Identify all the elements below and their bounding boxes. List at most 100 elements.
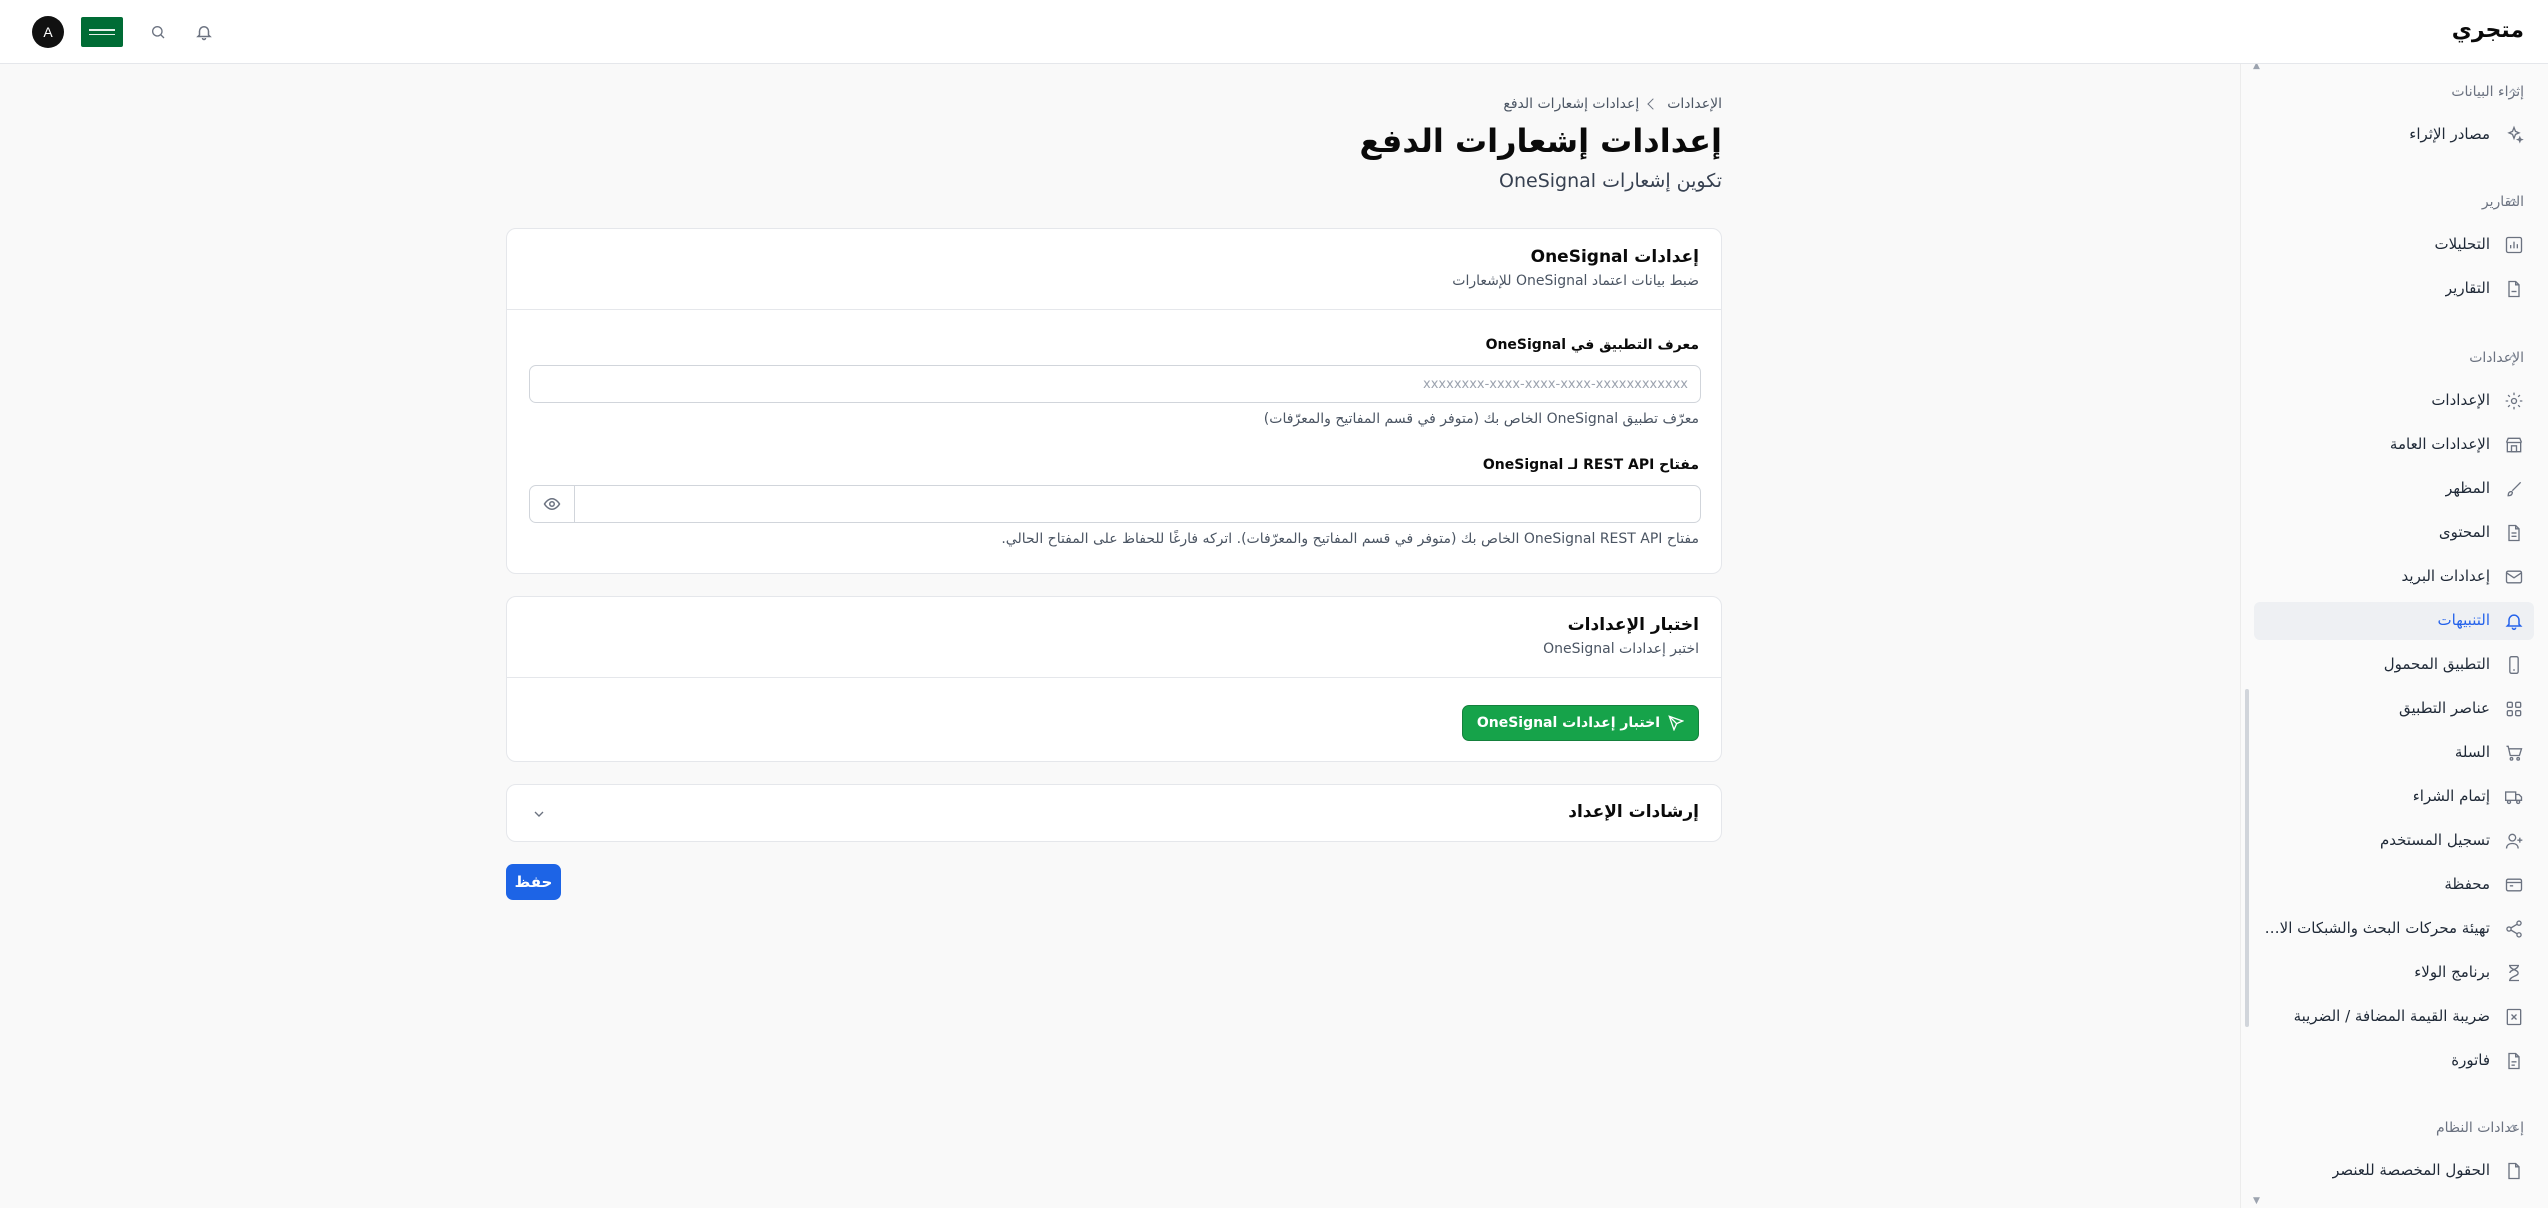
hourglass-icon: [2509, 964, 2519, 982]
toggle-visibility-button[interactable]: [529, 485, 575, 523]
api-key-label: مفتاح REST API لـ OneSignal: [1482, 457, 1699, 473]
onesignal-settings-card: إعدادات OneSignal ضبط بيانات اعتماد OneS…: [506, 228, 1722, 574]
card-title: إرشادات الإعداد: [1568, 802, 1699, 822]
sidebar-item-mail-settings[interactable]: إعدادات البريد: [2254, 558, 2534, 596]
notification-bell-icon[interactable]: [192, 20, 216, 44]
file-text-icon: [2508, 524, 2520, 542]
sidebar-item-label: إعدادات البريد: [2401, 567, 2490, 585]
tax-icon: [2506, 1008, 2522, 1026]
setup-instructions-accordion[interactable]: إرشادات الإعداد: [506, 784, 1722, 842]
invoice-icon: [2508, 1052, 2520, 1070]
sidebar-item-label: التقارير: [2444, 279, 2490, 297]
page-title: إعدادات إشعارات الدفع: [1359, 122, 1722, 160]
file-icon: [2508, 1162, 2520, 1180]
sidebar-item-vat[interactable]: ضريبة القيمة المضافة / الضريبة: [2254, 998, 2534, 1036]
breadcrumb-parent[interactable]: الإعدادات: [1667, 96, 1722, 112]
wallet-icon: [2505, 878, 2523, 892]
sidebar-item-checkout[interactable]: إتمام الشراء: [2254, 778, 2534, 816]
breadcrumb-current: إعدادات إشعارات الدفع: [1503, 96, 1640, 112]
card-title: إعدادات OneSignal: [1530, 247, 1699, 267]
scroll-up-caret[interactable]: ▲: [2253, 64, 2260, 71]
sidebar-item-label: التنبيهات: [2437, 611, 2490, 629]
user-avatar[interactable]: A: [32, 16, 64, 48]
card-description: ضبط بيانات اعتماد OneSignal للإشعارات: [1452, 273, 1699, 289]
sidebar-item-cart[interactable]: السلة: [2254, 734, 2534, 772]
card-title: اختبار الإعدادات: [1567, 615, 1699, 635]
sidebar-item-reports[interactable]: التقارير: [2254, 270, 2534, 308]
sidebar: ▲ إثراء البيانات مصادر الإثراء التقارير …: [2240, 64, 2548, 1208]
sidebar-item-label: عناصر التطبيق: [2399, 699, 2490, 717]
search-icon[interactable]: [146, 20, 170, 44]
sidebar-item-notifications[interactable]: التنبيهات: [2254, 602, 2534, 640]
bell-icon: [2505, 614, 2523, 631]
sparkles-icon: [2507, 125, 2524, 144]
sidebar-item-mobile-app[interactable]: التطبيق المحمول: [2254, 646, 2534, 684]
chart-icon: [2505, 236, 2523, 254]
chevron-up-icon[interactable]: [2506, 84, 2520, 98]
chevron-up-icon[interactable]: [2506, 194, 2520, 208]
grid-icon: [2506, 701, 2522, 717]
app-id-label: معرف التطبيق في OneSignal: [1485, 337, 1699, 353]
sidebar-item-label: فاتورة: [2451, 1051, 2490, 1069]
top-header: متجري A: [0, 0, 2548, 64]
brush-icon: [2507, 481, 2522, 497]
sidebar-item-label: محفظة: [2444, 875, 2490, 893]
card-description: اختبر إعدادات OneSignal: [1543, 641, 1699, 657]
mail-icon: [2505, 570, 2523, 584]
sidebar-item-label: مصادر الإثراء: [2409, 125, 2490, 143]
user-plus-icon: [2505, 833, 2523, 849]
sidebar-item-settings[interactable]: الإعدادات: [2254, 382, 2534, 420]
cart-icon: [2506, 745, 2523, 761]
store-icon: [2505, 437, 2523, 453]
flag-icon[interactable]: [81, 17, 123, 47]
sidebar-item-label: برنامج الولاء: [2414, 963, 2490, 981]
test-settings-card: اختبار الإعدادات اختبر إعدادات OneSignal…: [506, 596, 1722, 762]
page-subtitle: تكوين إشعارات OneSignal: [1499, 170, 1722, 192]
sidebar-item-wallet[interactable]: محفظة: [2254, 866, 2534, 904]
sidebar-item-label: التطبيق المحمول: [2383, 655, 2490, 673]
api-key-help: مفتاح OneSignal REST API الخاص بك (متوفر…: [1001, 531, 1699, 547]
card-header: إعدادات OneSignal ضبط بيانات اعتماد OneS…: [507, 229, 1721, 310]
app-logo[interactable]: متجري: [2452, 18, 2524, 43]
chevron-up-icon[interactable]: [2506, 1120, 2520, 1134]
smartphone-icon: [2509, 656, 2519, 674]
sidebar-scrollbar[interactable]: [2245, 689, 2249, 1027]
breadcrumb: الإعدادات إعدادات إشعارات الدفع: [1503, 96, 1722, 112]
sidebar-item-label: ضريبة القيمة المضافة / الضريبة: [2293, 1007, 2490, 1025]
sidebar-item-label: التحليلات: [2434, 235, 2490, 253]
sidebar-item-custom-fields[interactable]: الحقول المخصصة للعنصر: [2254, 1152, 2534, 1190]
sidebar-item-label: المظهر: [2445, 479, 2490, 497]
app-id-help: معرّف تطبيق OneSignal الخاص بك (متوفر في…: [1263, 411, 1699, 427]
sidebar-item-general-settings[interactable]: الإعدادات العامة: [2254, 426, 2534, 464]
app-id-input[interactable]: [529, 365, 1701, 403]
test-onesignal-button[interactable]: اختبار إعدادات OneSignal: [1461, 705, 1699, 741]
api-key-input[interactable]: [574, 485, 1701, 523]
sidebar-item-label: الإعدادات العامة: [2389, 435, 2490, 453]
document-icon: [2508, 280, 2520, 298]
send-icon: [1668, 715, 1684, 731]
sidebar-item-loyalty[interactable]: برنامج الولاء: [2254, 954, 2534, 992]
chevron-down-icon[interactable]: [531, 806, 547, 822]
sidebar-item-analytics[interactable]: التحليلات: [2254, 226, 2534, 264]
sidebar-item-enrichment-sources[interactable]: مصادر الإثراء: [2254, 116, 2534, 154]
sidebar-item-label: الإعدادات: [2431, 391, 2490, 409]
save-button[interactable]: حفظ: [506, 864, 561, 900]
chevron-up-icon[interactable]: [2506, 350, 2520, 364]
sidebar-item-seo-social[interactable]: تهيئة محركات البحث والشبكات الاجتماعية: [2254, 910, 2534, 948]
truck-icon: [2505, 791, 2523, 805]
sidebar-item-invoice[interactable]: فاتورة: [2254, 1042, 2534, 1080]
sidebar-item-user-registration[interactable]: تسجيل المستخدم: [2254, 822, 2534, 860]
card-header: اختبار الإعدادات اختبر إعدادات OneSignal: [507, 597, 1721, 678]
sidebar-item-appearance[interactable]: المظهر: [2254, 470, 2534, 508]
scroll-down-caret[interactable]: ▼: [2253, 1196, 2260, 1206]
sidebar-item-label: المحتوى: [2438, 523, 2490, 541]
sidebar-item-label: تسجيل المستخدم: [2379, 831, 2490, 849]
chevron-left-icon: [1647, 98, 1659, 110]
sidebar-item-label: السلة: [2454, 743, 2490, 761]
eye-icon: [543, 497, 561, 511]
sidebar-item-content[interactable]: المحتوى: [2254, 514, 2534, 552]
sidebar-item-label: تهيئة محركات البحث والشبكات الاجتماعية: [2260, 919, 2490, 937]
share-icon: [2506, 920, 2522, 938]
sidebar-item-label: الحقول المخصصة للعنصر: [2332, 1161, 2490, 1179]
sidebar-item-app-elements[interactable]: عناصر التطبيق: [2254, 690, 2534, 728]
